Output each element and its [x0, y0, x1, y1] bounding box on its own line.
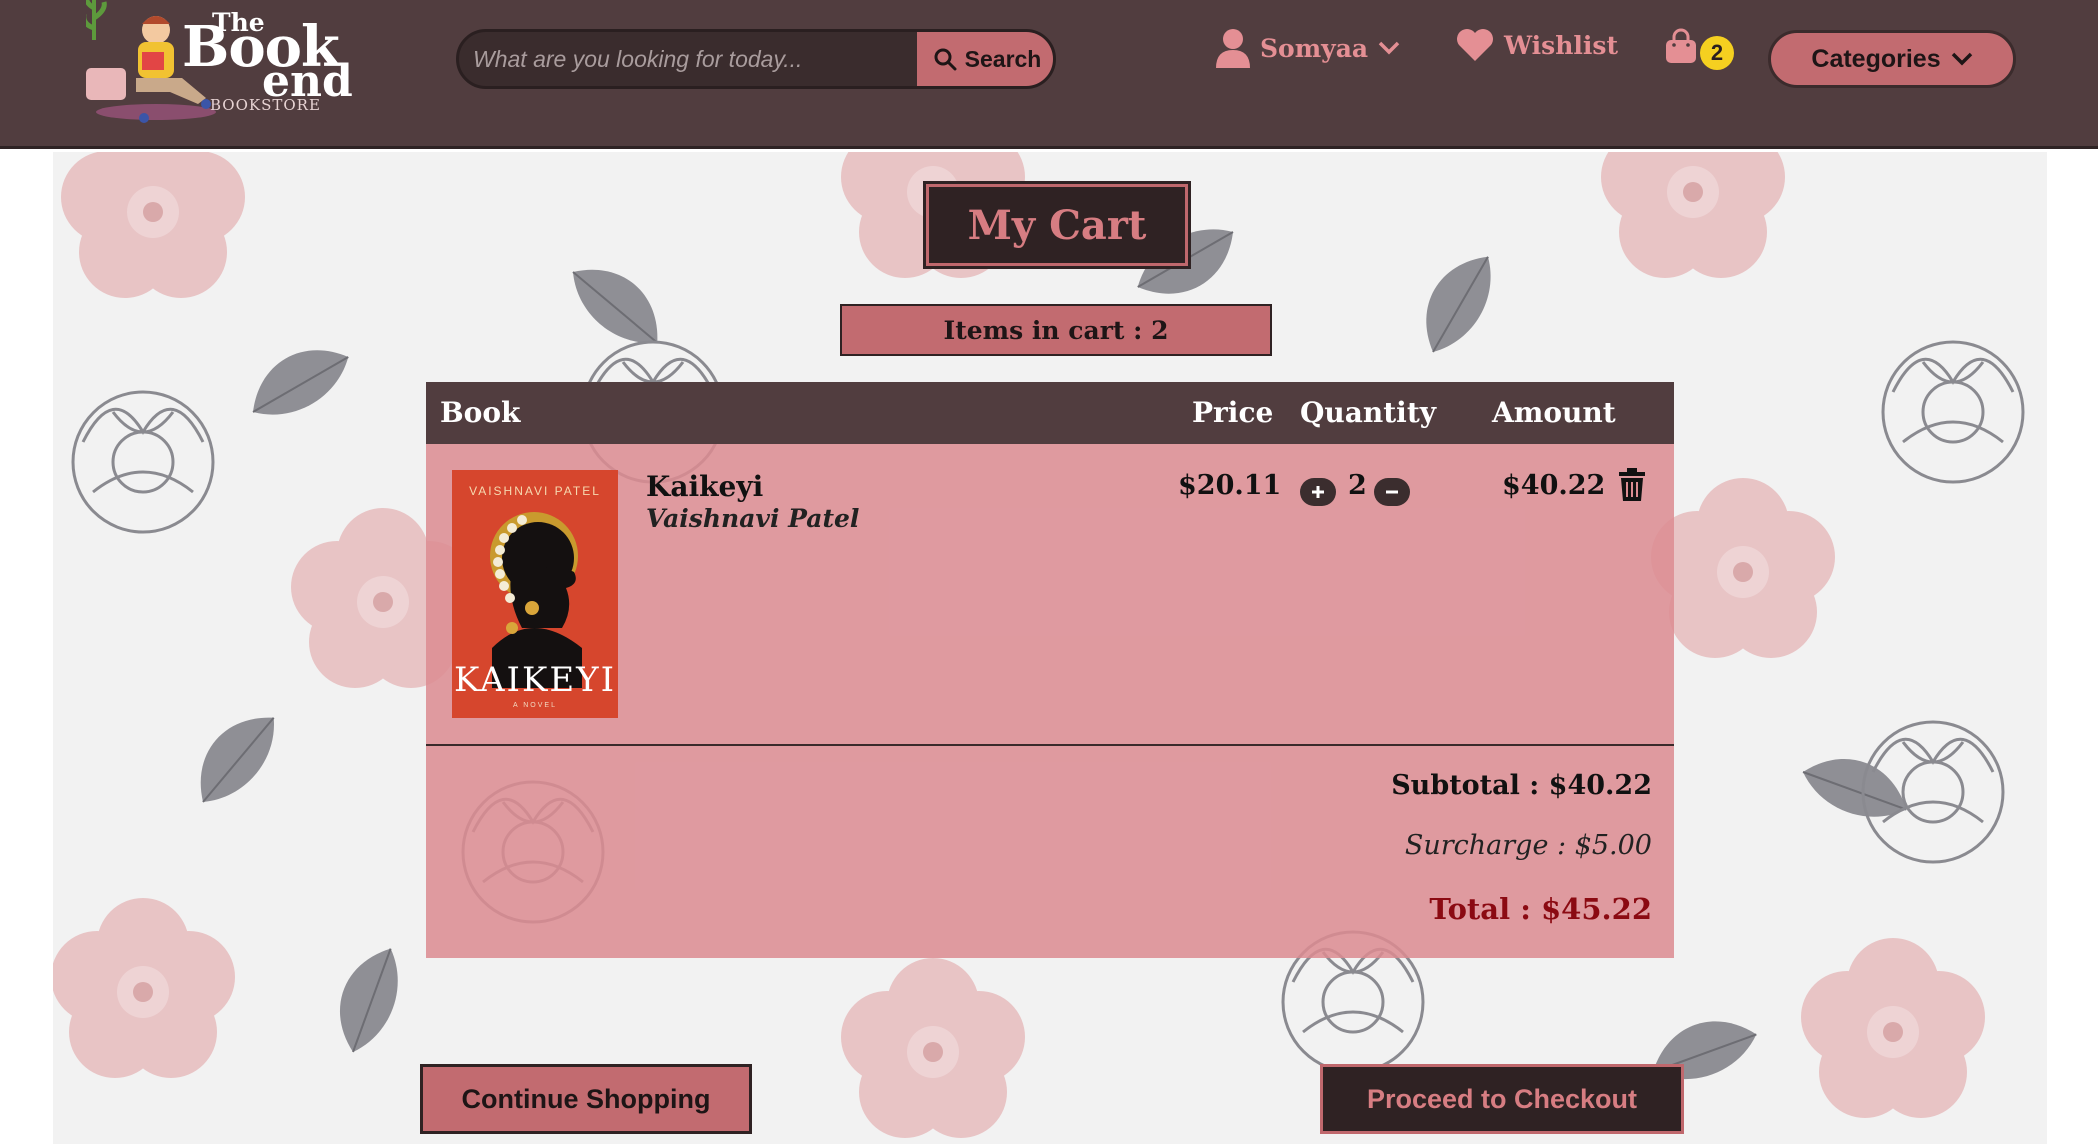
book-title[interactable]: Kaikeyi	[646, 470, 763, 503]
trash-icon[interactable]	[1618, 468, 1646, 502]
categories-dropdown-button[interactable]: Categories	[1768, 30, 2016, 88]
search-bar: Search	[456, 29, 1056, 89]
chevron-down-icon	[1951, 52, 1972, 66]
continue-shopping-button[interactable]: Continue Shopping	[420, 1064, 752, 1134]
column-header-amount: Amount	[1492, 396, 1616, 429]
total-text: Total : $45.22	[1429, 892, 1652, 926]
search-button[interactable]: Search	[917, 32, 1053, 86]
book-author: Vaishnavi Patel	[646, 504, 860, 533]
minus-icon	[1386, 490, 1398, 494]
quantity-increase-button[interactable]	[1300, 478, 1336, 506]
plus-icon	[1312, 486, 1324, 498]
search-button-label: Search	[964, 45, 1042, 72]
item-amount: $40.22	[1502, 470, 1606, 501]
chevron-down-icon	[1378, 41, 1400, 55]
column-header-book: Book	[440, 396, 521, 429]
categories-label: Categories	[1811, 44, 1941, 73]
proceed-to-checkout-button[interactable]: Proceed to Checkout	[1320, 1064, 1684, 1134]
column-header-quantity: Quantity	[1300, 396, 1437, 429]
cart-table-header: Book Price Quantity Amount	[426, 382, 1674, 444]
cart-count-badge: 2	[1700, 36, 1734, 70]
surcharge-text: Surcharge : $5.00	[1404, 830, 1652, 861]
cover-title-text: KAIKEYI	[453, 660, 617, 700]
cover-subtitle-text: A NOVEL	[513, 702, 557, 709]
row-divider	[426, 744, 1674, 746]
shopping-bag-icon	[1666, 28, 1696, 63]
cart-table-body: VAISHNAVI PATEL KAIKEYI A NOVEL Kaikeyi …	[426, 444, 1674, 958]
wishlist-label: Wishlist	[1504, 30, 1619, 60]
quantity-value: 2	[1348, 470, 1367, 501]
search-input[interactable]	[459, 32, 917, 86]
cart-link[interactable]	[1664, 28, 1698, 64]
subtotal-text: Subtotal : $40.22	[1391, 770, 1652, 801]
quantity-decrease-button[interactable]	[1374, 478, 1410, 506]
column-header-price: Price	[1192, 396, 1274, 429]
logo-subtext: BOOKSTORE	[210, 96, 321, 114]
heart-icon	[1457, 29, 1493, 61]
cover-author-text: VAISHNAVI PATEL	[469, 484, 601, 498]
page-title: My Cart	[923, 181, 1191, 269]
user-name: Somyaa	[1260, 33, 1369, 63]
cart-table: Book Price Quantity Amount VAISHNAVI PAT…	[426, 382, 1674, 958]
wishlist-link[interactable]: Wishlist	[1456, 28, 1618, 62]
book-cover-image[interactable]: VAISHNAVI PATEL KAIKEYI A NOVEL	[452, 470, 618, 718]
top-navbar: The Book end BOOKSTORE Search Somyaa Wis…	[0, 0, 2098, 149]
search-icon	[934, 48, 957, 71]
user-icon	[1216, 29, 1250, 68]
user-menu[interactable]: Somyaa	[1216, 28, 1400, 68]
item-price: $20.11	[1178, 470, 1282, 501]
items-in-cart-count: Items in cart : 2	[840, 304, 1272, 356]
